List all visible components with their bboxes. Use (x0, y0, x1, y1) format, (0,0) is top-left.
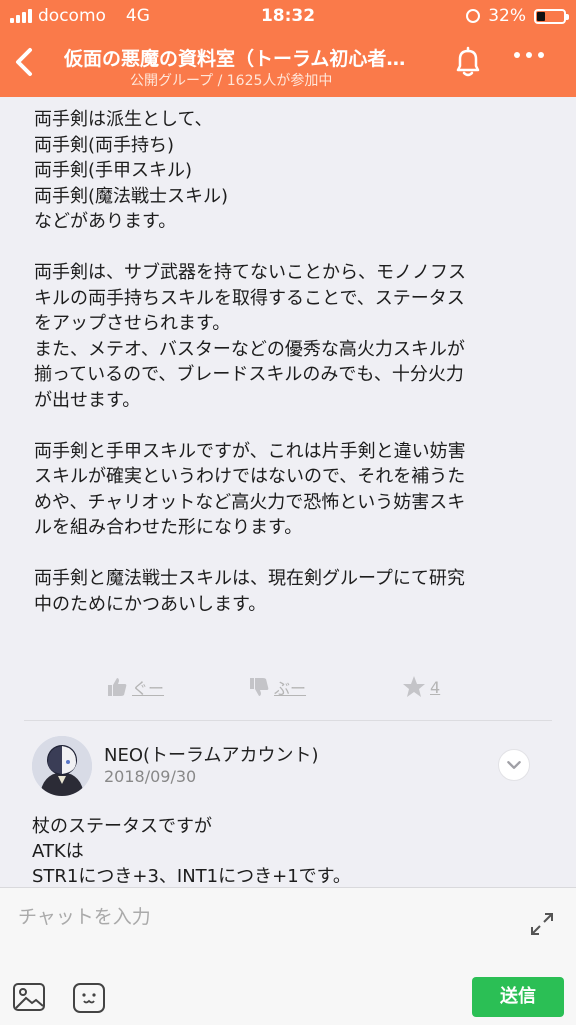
rotation-lock-icon (466, 9, 481, 23)
post-body: 両手剣は派生として、 両手剣(両手持ち) 両手剣(手甲スキル) 両手剣(魔法戦士… (34, 109, 466, 615)
avatar[interactable] (32, 736, 92, 796)
chat-input[interactable]: チャットを入力 (18, 902, 151, 929)
divider (24, 720, 552, 721)
message-area[interactable]: 両手剣は派生として、 両手剣(両手持ち) 両手剣(手甲スキル) 両手剣(魔法戦士… (0, 97, 576, 887)
sticker-icon[interactable] (72, 982, 106, 1014)
star-button[interactable]: 4 (402, 675, 440, 699)
battery-percent: 32% (488, 6, 526, 26)
star-count: 4 (430, 677, 441, 697)
input-bar: チャットを入力 送信 (0, 887, 576, 1025)
chevron-down-icon[interactable] (498, 749, 530, 781)
battery-icon (534, 8, 569, 24)
avatar-image (32, 736, 92, 796)
comment-date: 2018/09/30 (104, 767, 197, 786)
bad-button[interactable]: ぶー (248, 675, 306, 699)
status-right: 32% (466, 6, 569, 26)
send-button[interactable]: 送信 (472, 977, 564, 1017)
thumbs-up-icon (108, 678, 127, 696)
star-icon (403, 676, 425, 697)
group-title[interactable]: 仮面の悪魔の資料室（トーラム初心者… (64, 44, 434, 71)
bad-label: ぶー (274, 679, 307, 698)
bell-icon[interactable] (450, 44, 486, 80)
thumbs-down-icon (250, 678, 269, 696)
group-subtitle: 公開グループ / 1625人が参加中 (130, 73, 333, 89)
post-actions: ぐー ぶー 4 (0, 675, 576, 705)
expand-icon[interactable] (528, 910, 556, 938)
more-menu-icon[interactable] (514, 52, 544, 58)
good-button[interactable]: ぐー (106, 675, 164, 699)
top-bar: docomo 4G 18:32 32% 仮面の悪魔の資料室（トーラム初心者… 公… (0, 0, 576, 97)
good-label: ぐー (132, 679, 165, 698)
image-icon[interactable] (12, 982, 46, 1012)
back-arrow-icon[interactable] (10, 42, 38, 82)
comment-body: 杖のステータスですが ATKは STR1につき+3、INT1につき+1です。 (32, 816, 351, 887)
comment-author[interactable]: NEO(トーラムアカウント) (104, 741, 319, 767)
status-bar: docomo 4G 18:32 32% (0, 0, 576, 32)
